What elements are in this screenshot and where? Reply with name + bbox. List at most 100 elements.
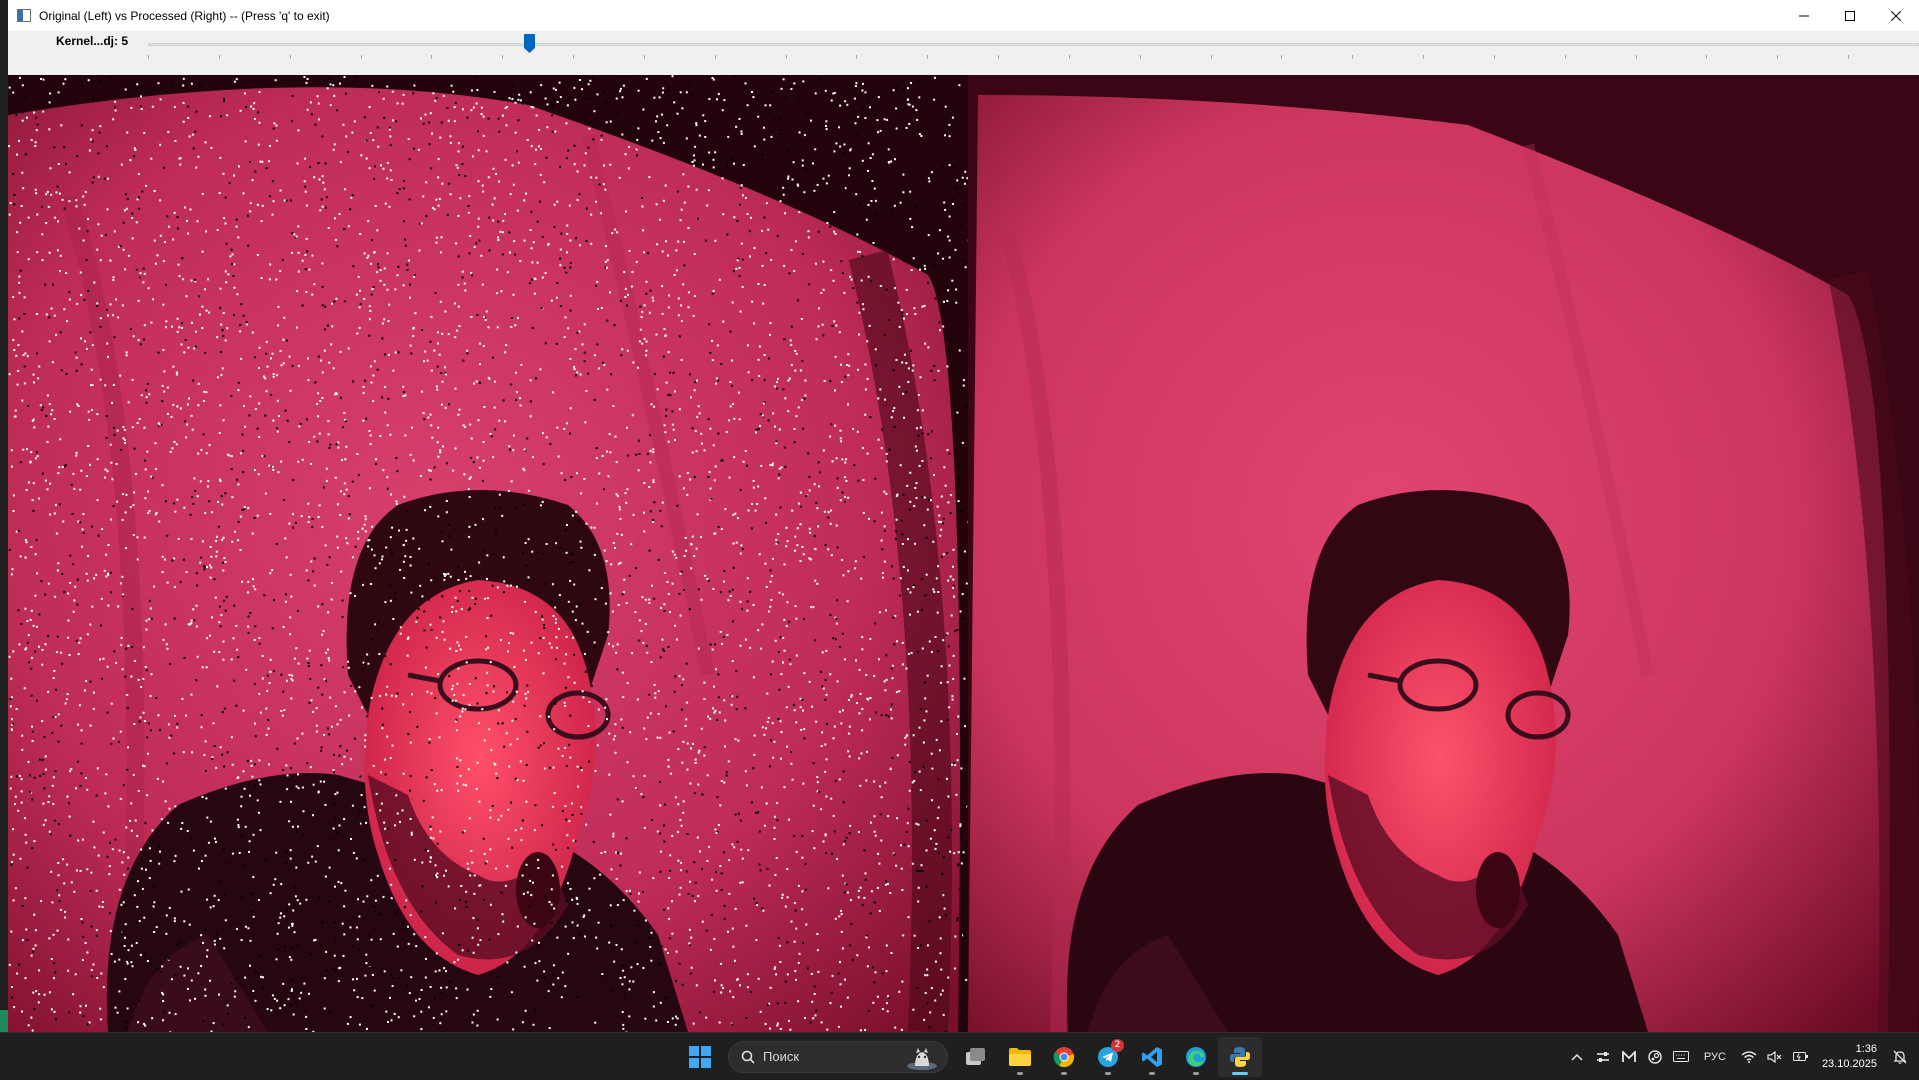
slider-tick	[502, 55, 503, 59]
steam-icon	[1648, 1050, 1662, 1064]
windows-start-icon	[689, 1046, 711, 1068]
keyboard-icon	[1673, 1051, 1689, 1062]
slider-tick	[1565, 55, 1566, 59]
edge-icon	[1185, 1046, 1207, 1068]
slider-tick	[361, 55, 362, 59]
vscode-button[interactable]	[1130, 1037, 1174, 1077]
chrome-button[interactable]	[1042, 1037, 1086, 1077]
image-canvas	[8, 75, 1919, 1032]
desktop-edge	[0, 0, 8, 1032]
python-icon	[1229, 1046, 1251, 1068]
taskbar-apps: Поиск	[678, 1033, 1262, 1080]
slider-tick	[786, 55, 787, 59]
start-button[interactable]	[678, 1037, 722, 1077]
slider-tick	[219, 55, 220, 59]
clock-time: 1:36	[1856, 1042, 1877, 1057]
search-icon	[741, 1050, 755, 1064]
trackbar-value: 5	[121, 34, 128, 48]
clock[interactable]: 1:36 23.10.2025	[1822, 1042, 1877, 1072]
system-tray: РУС 1:36 23.10.2025	[1564, 1033, 1919, 1080]
slider-tick	[1352, 55, 1353, 59]
tray-app-button[interactable]	[1616, 1037, 1642, 1077]
file-explorer-button[interactable]	[998, 1037, 1042, 1077]
wifi-icon	[1741, 1051, 1757, 1063]
processed-frame-image	[968, 75, 1919, 1032]
maximize-icon	[1845, 11, 1855, 21]
trackbar-row: Kernel...dj: 5	[8, 31, 1919, 75]
slider-tick	[1494, 55, 1495, 59]
slider-tick	[431, 55, 432, 59]
maximize-button[interactable]	[1827, 0, 1873, 31]
slider-tick	[1423, 55, 1424, 59]
running-indicator	[1017, 1072, 1023, 1075]
running-indicator	[1105, 1072, 1111, 1075]
slider-tick	[1069, 55, 1070, 59]
slider-tick	[1281, 55, 1282, 59]
desktop-accent	[0, 1010, 8, 1032]
slider-tick	[573, 55, 574, 59]
slider-tick	[1777, 55, 1778, 59]
volume-button[interactable]	[1762, 1037, 1788, 1077]
telegram-badge: 2	[1111, 1039, 1124, 1052]
taskbar: Поиск	[0, 1032, 1919, 1079]
tray-app-button[interactable]	[1590, 1037, 1616, 1077]
monitor-app-icon	[1622, 1051, 1636, 1063]
edge-button[interactable]	[1174, 1037, 1218, 1077]
task-view-button[interactable]	[954, 1037, 998, 1077]
trackbar-name: Kernel...dj:	[56, 34, 118, 48]
window-title: Original (Left) vs Processed (Right) -- …	[39, 9, 330, 23]
show-hidden-icons-button[interactable]	[1564, 1037, 1590, 1077]
battery-button[interactable]	[1788, 1037, 1814, 1077]
kernel-slider-track[interactable]	[148, 43, 1919, 46]
opencv-window: Original (Left) vs Processed (Right) -- …	[8, 0, 1919, 1032]
window-app-icon	[17, 9, 31, 22]
trackbar-label: Kernel...dj: 5	[56, 34, 128, 48]
original-frame-image	[8, 75, 968, 1032]
network-button[interactable]	[1736, 1037, 1762, 1077]
slider-tick	[1636, 55, 1637, 59]
touch-keyboard-button[interactable]	[1668, 1037, 1694, 1077]
active-indicator	[1232, 1072, 1248, 1075]
processed-frame	[968, 75, 1919, 1032]
tray-app-button[interactable]	[1642, 1037, 1668, 1077]
search-highlight-icon	[905, 1044, 939, 1072]
running-indicator	[1193, 1072, 1199, 1075]
slider-tick	[644, 55, 645, 59]
vscode-icon	[1141, 1046, 1163, 1068]
telegram-button[interactable]: 2	[1086, 1037, 1130, 1077]
slider-tick	[856, 55, 857, 59]
slider-tick	[148, 55, 149, 59]
task-view-icon	[965, 1047, 987, 1067]
close-button[interactable]	[1873, 0, 1919, 31]
minimize-button[interactable]	[1781, 0, 1827, 31]
python-button[interactable]	[1218, 1037, 1262, 1077]
battery-icon	[1793, 1051, 1809, 1062]
slider-tick	[1140, 55, 1141, 59]
notification-bell-icon	[1893, 1050, 1907, 1064]
slider-tick	[1211, 55, 1212, 59]
volume-muted-icon	[1767, 1051, 1783, 1063]
slider-tick	[1706, 55, 1707, 59]
minimize-icon	[1799, 11, 1809, 21]
slider-tick	[998, 55, 999, 59]
kernel-slider-thumb[interactable]	[524, 34, 535, 54]
close-icon	[1891, 11, 1901, 21]
file-explorer-icon	[1008, 1047, 1032, 1067]
notifications-button[interactable]	[1887, 1037, 1913, 1077]
slider-tick	[927, 55, 928, 59]
search-placeholder: Поиск	[763, 1049, 799, 1064]
chevron-up-icon	[1571, 1053, 1583, 1061]
slider-tick	[1848, 55, 1849, 59]
slider-tick	[715, 55, 716, 59]
original-frame	[8, 75, 968, 1032]
window-controls	[1781, 0, 1919, 31]
settings-sliders-icon	[1596, 1051, 1610, 1063]
slider-tick	[290, 55, 291, 59]
taskbar-search[interactable]: Поиск	[728, 1041, 948, 1073]
running-indicator	[1149, 1072, 1155, 1075]
title-bar[interactable]: Original (Left) vs Processed (Right) -- …	[8, 0, 1919, 31]
clock-date: 23.10.2025	[1822, 1057, 1877, 1072]
chrome-icon	[1053, 1046, 1075, 1068]
running-indicator	[1061, 1072, 1067, 1075]
input-language-indicator[interactable]: РУС	[1704, 1051, 1726, 1063]
